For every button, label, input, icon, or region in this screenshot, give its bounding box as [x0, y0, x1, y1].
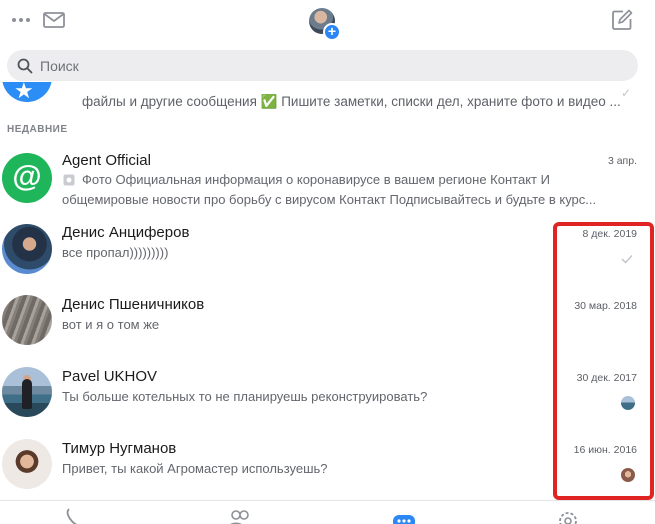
settings-icon[interactable] — [556, 507, 580, 524]
pinned-chat-row[interactable]: ★ файлы и другие сообщения ✅ Пишите заме… — [0, 82, 655, 118]
compose-icon[interactable] — [611, 9, 633, 31]
bottom-nav — [0, 500, 655, 524]
search-icon — [17, 58, 33, 74]
chat-name: Денис Анциферов — [62, 224, 190, 241]
chat-name: Agent Official — [62, 152, 151, 169]
chat-preview: Фото Официальная информация о коронавиру… — [82, 172, 550, 187]
contact-avatar — [2, 439, 52, 489]
phone-icon[interactable] — [64, 507, 88, 524]
chat-name: Pavel UKHOV — [62, 368, 158, 385]
chat-preview-line2: общемировые новости про борьбу с вирусом… — [62, 192, 597, 207]
more-dots-icon[interactable] — [12, 12, 34, 28]
photo-icon — [63, 174, 75, 186]
search-input[interactable] — [40, 50, 620, 81]
contact-avatar — [2, 367, 52, 417]
top-bar: + — [0, 0, 655, 42]
contacts-icon[interactable] — [228, 507, 252, 524]
chat-date: 3 апр. — [607, 155, 637, 167]
agent-avatar: @ — [2, 153, 52, 203]
mail-icon[interactable] — [42, 9, 66, 31]
pinned-preview: файлы и другие сообщения ✅ Пишите заметк… — [82, 94, 621, 109]
at-sign-icon: @ — [12, 159, 42, 193]
plus-icon[interactable]: + — [323, 23, 341, 41]
chat-name: Денис Пшеничников — [62, 296, 205, 313]
chat-preview: Ты больше котельных то не планируешь рек… — [62, 389, 428, 404]
contact-avatar — [2, 295, 52, 345]
chat-name: Тимур Нугманов — [62, 440, 177, 457]
chats-icon[interactable] — [392, 507, 416, 524]
contact-avatar — [2, 224, 52, 274]
section-label-recent: НЕДАВНИЕ — [7, 124, 68, 135]
chat-row[interactable]: @ Agent Official 3 апр. Фото Официальная… — [0, 148, 655, 220]
chat-preview: Привет, ты какой Агромастер используешь? — [62, 461, 328, 476]
highlight-box — [553, 222, 654, 500]
search-bar[interactable] — [7, 50, 638, 81]
chat-preview: вот и я о том же — [62, 317, 160, 332]
chat-preview: все пропал))))))))) — [62, 245, 169, 260]
read-check-icon: ✓ — [621, 86, 632, 100]
star-icon: ★ — [14, 82, 34, 103]
